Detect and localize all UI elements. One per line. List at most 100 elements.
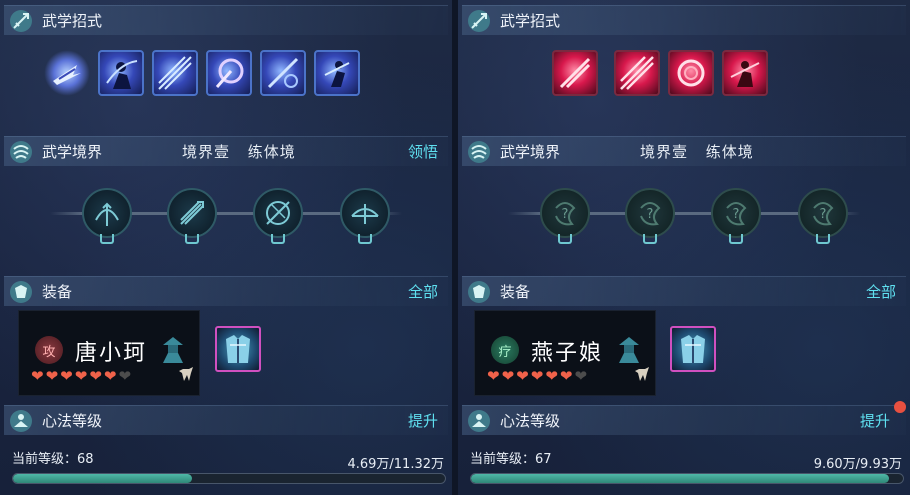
level-title: 心法等级 — [500, 412, 561, 430]
sword-icon — [8, 8, 34, 34]
heart-icon: ❤ — [74, 367, 88, 385]
realm-node-locked[interactable]: ? — [540, 188, 590, 238]
heart-icon: ❤ — [516, 367, 529, 385]
attack-role-icon: 攻 — [35, 336, 63, 364]
skills-header: 武学招式 — [4, 5, 448, 35]
realm-node-locked[interactable]: ? — [625, 188, 675, 238]
pet-icon — [633, 365, 651, 383]
heart-icon: ❤ — [559, 367, 573, 385]
node-tab — [185, 234, 199, 244]
unknown-icon: ? — [726, 202, 747, 226]
level-header: 心法等级 提升 — [4, 405, 448, 435]
equip-header: 装备 全部 — [462, 276, 906, 306]
realm-swirl-icon — [466, 139, 492, 165]
armor-icon — [8, 279, 34, 305]
class-icon — [159, 335, 187, 365]
left-character-panel: 武学招式 武学境界 境界壹 练体境 领悟 装备 全部 攻 唐小珂 ❤ ❤ ❤ ❤… — [0, 0, 452, 495]
heart-empty-icon: ❤ — [118, 367, 132, 385]
equip-all-button[interactable]: 全部 — [866, 281, 896, 302]
heart-icon: ❤ — [60, 367, 73, 385]
skill-list — [552, 50, 768, 98]
unknown-icon: ? — [640, 202, 661, 226]
exp-value: 4.69万/11.32万 — [347, 457, 444, 472]
skill-slot[interactable] — [206, 50, 252, 96]
exp-progress-bar — [470, 473, 904, 484]
skill-slot[interactable] — [260, 50, 306, 96]
upgrade-button[interactable]: 提升 — [408, 410, 438, 431]
realm-node[interactable] — [253, 188, 303, 238]
character-name: 燕子娘 — [531, 341, 604, 366]
skill-slot[interactable] — [44, 50, 90, 96]
pet-icon — [177, 365, 195, 383]
heart-icon: ❤ — [45, 367, 59, 385]
affinity-hearts: ❤ ❤ ❤ ❤ ❤ ❤ ❤ — [31, 367, 131, 385]
skill-list — [44, 50, 360, 98]
realm-stage: 练体境 — [705, 143, 754, 161]
skills-title: 武学招式 — [42, 12, 103, 30]
realm-nodes: ? ? ? ? — [458, 182, 910, 252]
node-tab — [558, 234, 572, 244]
skill-slot[interactable] — [722, 50, 768, 96]
realm-node[interactable] — [340, 188, 390, 238]
realm-node[interactable] — [167, 188, 217, 238]
character-card[interactable]: 疗 燕子娘 ❤ ❤ ❤ ❤ ❤ ❤ ❤ — [474, 310, 656, 396]
realm-stage: 练体境 — [247, 143, 296, 161]
bow-arrow-icon — [95, 202, 119, 226]
heart-icon: ❤ — [530, 367, 544, 385]
right-character-panel: 武学招式 武学境界 境界壹 练体境 ? ? ? ? 装备 全部 疗 燕子娘 ❤ … — [458, 0, 910, 495]
realm-header: 武学境界 境界壹 练体境 — [462, 136, 906, 166]
heart-icon: ❤ — [487, 367, 500, 385]
node-tab — [271, 234, 285, 244]
node-tab — [358, 234, 372, 244]
heart-icon: ❤ — [103, 367, 117, 385]
arrow-volley-icon — [180, 201, 204, 225]
comprehend-button[interactable]: 领悟 — [408, 141, 438, 162]
realm-title: 武学境界 — [42, 143, 103, 161]
level-header: 心法等级 提升 — [462, 405, 906, 435]
realm-node[interactable] — [82, 188, 132, 238]
character-card[interactable]: 攻 唐小珂 ❤ ❤ ❤ ❤ ❤ ❤ ❤ — [18, 310, 200, 396]
skills-header: 武学招式 — [462, 5, 906, 35]
heart-empty-icon: ❤ — [574, 367, 588, 385]
realm-name: 境界壹 — [182, 143, 231, 161]
equip-title: 装备 — [42, 283, 73, 301]
skill-slot[interactable] — [614, 50, 660, 96]
equip-title: 装备 — [500, 283, 531, 301]
equipment-slot[interactable] — [670, 326, 716, 372]
unknown-icon: ? — [555, 202, 576, 226]
skill-slot[interactable] — [98, 50, 144, 96]
equip-all-button[interactable]: 全部 — [408, 281, 438, 302]
node-tab — [816, 234, 830, 244]
arrow-target-icon — [266, 201, 290, 225]
current-level: 当前等级：67 — [470, 452, 552, 467]
heart-icon: ❤ — [89, 367, 102, 385]
unknown-icon: ? — [813, 202, 834, 226]
svg-text:?: ? — [562, 207, 569, 222]
svg-text:?: ? — [733, 207, 740, 222]
equipment-slot[interactable] — [215, 326, 261, 372]
level-title: 心法等级 — [42, 412, 103, 430]
skills-title: 武学招式 — [500, 12, 561, 30]
realm-node-locked[interactable]: ? — [798, 188, 848, 238]
meditation-icon — [466, 408, 492, 434]
node-tab — [729, 234, 743, 244]
skill-slot[interactable] — [668, 50, 714, 96]
equip-header: 装备 全部 — [4, 276, 448, 306]
realm-title: 武学境界 — [500, 143, 561, 161]
skill-slot[interactable] — [152, 50, 198, 96]
exp-progress-bar — [12, 473, 446, 484]
svg-text:?: ? — [820, 207, 827, 222]
upgrade-button[interactable]: 提升 — [860, 410, 890, 431]
meditation-icon — [8, 408, 34, 434]
heal-role-icon: 疗 — [491, 336, 519, 364]
realm-node-locked[interactable]: ? — [711, 188, 761, 238]
skill-slot[interactable] — [552, 50, 598, 96]
sword-icon — [466, 8, 492, 34]
class-icon — [615, 335, 643, 365]
realm-nodes — [0, 182, 452, 252]
node-tab — [643, 234, 657, 244]
realm-info: 境界壹 练体境 — [640, 141, 766, 162]
skill-slot[interactable] — [314, 50, 360, 96]
heart-icon: ❤ — [31, 367, 44, 385]
heart-icon: ❤ — [501, 367, 515, 385]
